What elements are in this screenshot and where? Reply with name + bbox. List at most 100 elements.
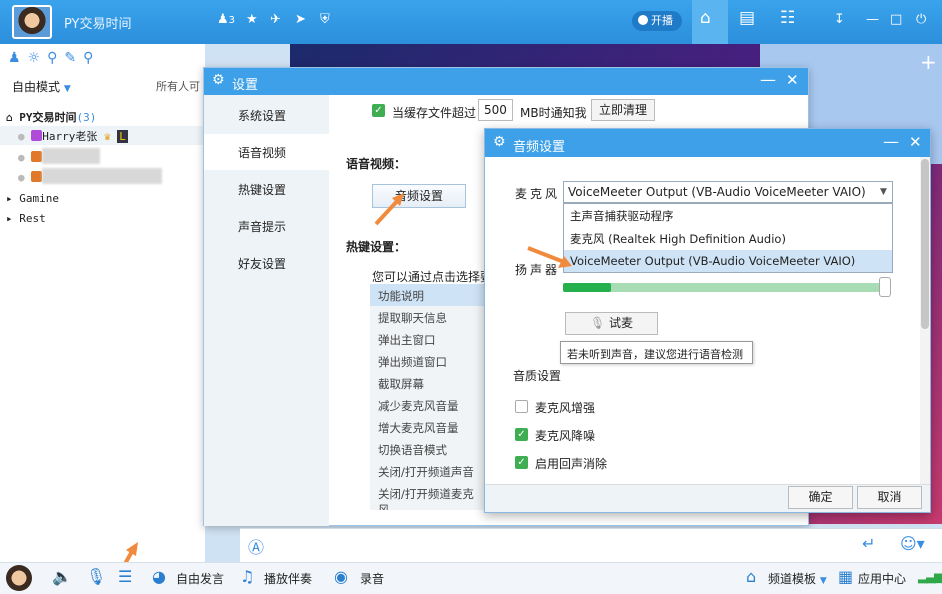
hotkey-item[interactable]: 提取聊天信息 <box>378 310 447 326</box>
quality-label: 音质设置 <box>513 369 562 383</box>
noise-reduction-checkbox[interactable]: ✓ <box>515 428 528 441</box>
equalizer-icon[interactable]: ☰ <box>118 567 132 586</box>
ok-button[interactable]: 确定 <box>788 486 853 509</box>
subchannel-label: Gamine <box>19 192 59 205</box>
mic-option[interactable]: VoiceMeeter Output (VB-Audio VoiceMeeter… <box>570 254 855 268</box>
emoji-icon[interactable]: ☺▾ <box>900 534 925 553</box>
settings-title-bar <box>204 68 808 95</box>
scrollbar-thumb[interactable] <box>921 159 929 329</box>
chat-input-bar[interactable] <box>240 528 942 562</box>
plane-icon[interactable]: ✈ <box>270 12 281 27</box>
minimize-icon[interactable]: — <box>866 12 879 27</box>
list-icon[interactable]: ▤ <box>739 8 755 28</box>
shield-icon[interactable]: ⛨ <box>320 12 330 27</box>
hotkey-item[interactable]: 减少麦克风音量 <box>378 398 459 414</box>
maximize-icon[interactable]: □ <box>890 12 902 27</box>
music-icon: ♫ <box>240 567 255 586</box>
hotkey-item[interactable]: 功能说明 <box>378 288 424 304</box>
app-title: PY交易时间 <box>64 17 132 32</box>
users-icon[interactable]: ♟3 <box>217 12 235 27</box>
test-mic-button[interactable]: 🎙 试麦 <box>565 312 658 335</box>
all-people-label: 所有人可 <box>156 80 200 93</box>
test-mic-label: 试麦 <box>609 316 634 330</box>
nav-friends[interactable]: 好友设置 <box>238 255 286 272</box>
minimize-icon[interactable]: — <box>760 70 776 89</box>
add-icon[interactable]: + <box>920 50 937 74</box>
chevron-down-icon[interactable]: ▼ <box>880 187 887 197</box>
send-icon[interactable]: ↵ <box>862 534 875 553</box>
power-icon[interactable]: ⏻ <box>916 12 926 27</box>
star-icon[interactable]: ★ <box>246 12 258 27</box>
mic-select[interactable]: VoiceMeeter Output (VB-Audio VoiceMeeter… <box>563 181 893 203</box>
cache-size-input[interactable]: 500 <box>478 99 513 121</box>
volume-handle[interactable] <box>879 277 891 297</box>
play-music-button[interactable]: 播放伴奏 <box>264 570 312 587</box>
noise-reduction-label: 麦克风降噪 <box>535 429 596 443</box>
mode-select[interactable]: 自由模式 ▼ <box>12 78 71 95</box>
nav-hotkeys[interactable]: 热键设置 <box>238 181 286 198</box>
channel-template-button[interactable]: 频道模板 ▼ <box>768 570 827 587</box>
hotkey-item[interactable]: 增大麦克风音量 <box>378 420 459 436</box>
home-icon: ⌂ <box>700 8 711 28</box>
left-toolbar-icons[interactable]: ♟☼⚲✎⚲ <box>8 50 100 66</box>
hotkey-item[interactable]: 切换语音模式 <box>378 442 447 458</box>
crown-icon: ♛ <box>104 130 111 143</box>
channel-root[interactable]: ⌂ PY交易时间(3) <box>6 109 96 125</box>
share-icon[interactable]: ➤ <box>295 12 306 27</box>
live-button[interactable]: 开播 <box>632 11 682 31</box>
nav-system[interactable]: 系统设置 <box>238 107 286 124</box>
app-grid-icon: ▦ <box>838 567 854 586</box>
hotkey-list[interactable]: 功能说明 提取聊天信息 弹出主窗口 弹出频道窗口 截取屏幕 减少麦克风音量 增大… <box>370 284 485 510</box>
gear-icon: ⚙ <box>212 72 225 88</box>
volume-slider[interactable] <box>563 283 883 292</box>
blurred-name <box>42 148 101 164</box>
medal-icon <box>31 171 43 182</box>
nav-sound-alerts[interactable]: 声音提示 <box>238 218 286 235</box>
user-blurred-2[interactable]: ● <box>18 168 163 184</box>
record-button[interactable]: 录音 <box>360 570 384 587</box>
avatar[interactable] <box>6 565 32 591</box>
cache-checkbox[interactable]: ✓ <box>372 104 385 117</box>
nav-voice-video[interactable]: 语音视频 <box>238 144 286 161</box>
channel-count: (3) <box>76 111 97 124</box>
online-count: 3 <box>228 15 236 26</box>
speaker-icon[interactable]: 🔈 <box>52 567 72 586</box>
cache-unit-label: MB时通知我 <box>520 106 587 120</box>
hotkey-item[interactable]: 截取屏幕 <box>378 376 424 392</box>
close-icon[interactable]: ✕ <box>909 133 922 151</box>
microphone-icon[interactable]: 🎙 <box>86 567 106 586</box>
mic-boost-checkbox[interactable] <box>515 400 528 413</box>
close-icon[interactable]: ✕ <box>786 71 799 89</box>
mode-label: 自由模式 <box>12 80 61 94</box>
mic-boost-label: 麦克风增强 <box>535 401 596 415</box>
app-center-button[interactable]: 应用中心 <box>858 570 906 587</box>
hotkey-item[interactable]: 弹出主窗口 <box>378 332 436 348</box>
subchannel-label: Rest <box>19 212 46 225</box>
hotkey-description: 您可以通过点击选择要 <box>372 270 493 284</box>
hotkey-item[interactable]: 关闭/打开频道麦克风 <box>378 486 485 510</box>
audio-title: 音频设置 <box>513 140 566 155</box>
hotkey-item[interactable]: 关闭/打开频道声音 <box>378 464 474 480</box>
minimize-icon[interactable]: — <box>883 132 899 151</box>
subchannel-gamine[interactable]: ▸ Gamine <box>6 192 59 205</box>
voice-section-title: 语音视频： <box>346 157 407 171</box>
record-icon: ◉ <box>334 567 348 586</box>
font-icon[interactable]: Ⓐ <box>248 534 264 558</box>
cancel-button[interactable]: 取消 <box>857 486 922 509</box>
chevron-down-icon: ▼ <box>819 576 827 586</box>
mic-option[interactable]: 主声音捕获驱动程序 <box>570 208 674 224</box>
user-harry[interactable]: ● Harry老张 ♛ L <box>18 128 128 144</box>
subchannel-rest[interactable]: ▸ Rest <box>6 212 46 225</box>
gear-icon: ⚙ <box>493 134 506 150</box>
download-icon[interactable]: ↧ <box>834 12 845 27</box>
gamepad-icon[interactable]: ☷ <box>780 8 795 28</box>
hotkey-item[interactable]: 弹出频道窗口 <box>378 354 447 370</box>
free-speak-button[interactable]: 自由发言 <box>176 570 224 587</box>
template-icon: ⌂ <box>746 567 757 586</box>
clear-cache-button[interactable]: 立即清理 <box>591 99 655 121</box>
mic-option[interactable]: 麦克风 (Realtek High Definition Audio) <box>570 231 786 247</box>
user-blurred-1[interactable]: ● <box>18 148 101 164</box>
settings-title: 设置 <box>232 78 259 93</box>
avatar[interactable] <box>12 5 52 39</box>
echo-cancel-checkbox[interactable]: ✓ <box>515 456 528 469</box>
